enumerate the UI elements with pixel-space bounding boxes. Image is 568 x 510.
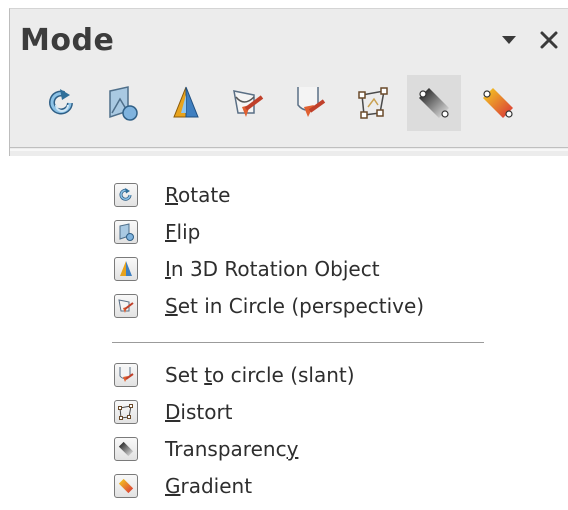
menu-item-gradient[interactable]: Gradient xyxy=(110,469,490,503)
3d-rotation-object-icon xyxy=(173,86,199,118)
menu-item-rotate[interactable]: Rotate xyxy=(110,178,490,212)
3d-rotation-button[interactable] xyxy=(159,75,213,131)
rotate-icon xyxy=(114,183,138,207)
menu-item-label: Set to circle (slant) xyxy=(165,363,355,387)
menu-separator xyxy=(112,342,484,343)
flip-icon xyxy=(109,86,138,121)
menu-item-label: Rotate xyxy=(165,183,231,207)
menu-item-flip[interactable]: Flip xyxy=(110,215,490,249)
menu-item-set-to-circle-slant[interactable]: Set to circle (slant) xyxy=(110,358,490,392)
set-in-circle-perspective-button[interactable] xyxy=(221,75,275,131)
flip-icon xyxy=(114,220,138,244)
flip-button[interactable] xyxy=(95,75,149,131)
menu-item-label: In 3D Rotation Object xyxy=(165,257,380,281)
set-in-circle-perspective-icon xyxy=(114,294,138,318)
transparency-icon xyxy=(114,437,138,461)
menu-item-label: Transparency xyxy=(165,437,299,461)
close-icon[interactable] xyxy=(534,25,564,55)
set-to-circle-slant-icon xyxy=(114,363,138,387)
toolbar-icon-row xyxy=(35,75,568,131)
gradient-button[interactable] xyxy=(471,75,525,131)
3d-rotation-object-icon xyxy=(114,257,138,281)
menu-item-distort[interactable]: Distort xyxy=(110,395,490,429)
distort-icon xyxy=(358,87,388,119)
menu-item-label: Distort xyxy=(165,400,233,424)
dropdown-triangle-icon[interactable] xyxy=(498,29,520,51)
set-to-circle-slant-icon xyxy=(297,87,326,117)
gradient-icon xyxy=(483,88,513,118)
menu-item-label: Gradient xyxy=(165,474,253,498)
distort-icon xyxy=(114,400,138,424)
mode-toolbar: Mode xyxy=(9,8,568,156)
menu-item-label: Set in Circle (perspective) xyxy=(165,294,425,318)
transparency-button[interactable] xyxy=(407,75,461,131)
toolbar-title: Mode xyxy=(20,23,115,58)
distort-button[interactable] xyxy=(347,75,401,131)
set-in-circle-perspective-icon xyxy=(233,90,264,117)
toolbar-bottom-highlight xyxy=(10,149,568,151)
menu-item-set-in-circle-perspective[interactable]: Set in Circle (perspective) xyxy=(110,289,490,323)
transparency-icon xyxy=(419,88,449,118)
gradient-icon xyxy=(114,474,138,498)
toolbar-bottom-divider xyxy=(10,147,568,148)
rotate-icon xyxy=(49,89,73,115)
rotate-button[interactable] xyxy=(35,75,89,131)
set-to-circle-slant-button[interactable] xyxy=(283,75,337,131)
menu-item-label: Flip xyxy=(165,220,201,244)
menu-item-transparency[interactable]: Transparency xyxy=(110,432,490,466)
menu-item-3d-rotation[interactable]: In 3D Rotation Object xyxy=(110,252,490,286)
